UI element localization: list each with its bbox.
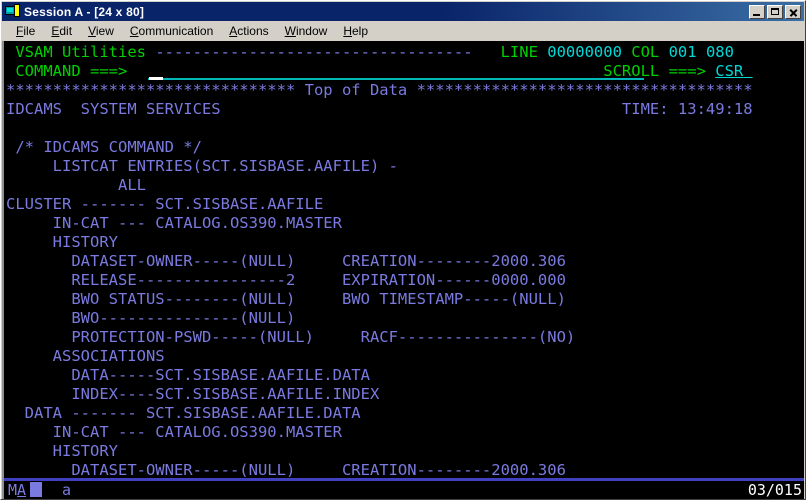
- listing-text: PROTECTION-PSWD-----(NULL) RACF---------…: [6, 328, 576, 346]
- emulator-window: Session A - [24 x 80] File Edit View Com…: [0, 0, 806, 500]
- oia-cursor-position: 03/015: [747, 481, 802, 499]
- menu-item-window[interactable]: Window: [277, 22, 336, 40]
- listing-text: DATA-----SCT.SISBASE.AAFILE.DATA: [6, 366, 370, 384]
- command-cursor: [149, 77, 163, 80]
- menu-bar: File Edit View Communication Actions Win…: [2, 21, 804, 41]
- menu-item-communication[interactable]: Communication: [122, 22, 221, 40]
- title-bar: Session A - [24 x 80]: [2, 2, 804, 21]
- time-display: TIME: 13:49:18: [621, 100, 753, 118]
- oia-cursor-block: [30, 482, 42, 497]
- menu-item-view[interactable]: View: [80, 22, 122, 40]
- oia-symbol: a: [62, 481, 72, 499]
- col-label: COL: [621, 43, 669, 61]
- menu-item-actions[interactable]: Actions: [221, 22, 276, 40]
- listing-row: IN-CAT --- CATALOG.OS390.MASTER: [6, 423, 342, 442]
- listing-text: BWO---------------(NULL): [6, 309, 296, 327]
- listing-row: RELEASE----------------2 EXPIRATION-----…: [6, 271, 566, 290]
- oia-machine-indicator: MA: [8, 481, 27, 499]
- maximize-button[interactable]: [767, 4, 783, 19]
- listing-text: ALL: [6, 176, 146, 194]
- top-of-data-row: ******************************* Top of D…: [6, 81, 753, 100]
- panel-title: VSAM Utilities: [6, 43, 156, 61]
- listing-text: DATA ------- SCT.SISBASE.AAFILE.DATA: [6, 404, 361, 422]
- listing-row: /* IDCAMS COMMAND */: [6, 138, 202, 157]
- listing-row: DATA ------- SCT.SISBASE.AAFILE.DATA: [6, 404, 361, 423]
- listing-row: PROTECTION-PSWD-----(NULL) RACF---------…: [6, 328, 575, 347]
- listing-row: DATA-----SCT.SISBASE.AAFILE.DATA: [6, 366, 370, 385]
- listing-text: RELEASE----------------2 EXPIRATION-----…: [6, 271, 566, 289]
- listing-row: DATASET-OWNER-----(NULL) CREATION-------…: [6, 252, 566, 271]
- menu-item-edit[interactable]: Edit: [43, 22, 80, 40]
- panel-header-row: VSAM Utilities -------------------------…: [6, 43, 734, 62]
- menu-item-file[interactable]: File: [8, 22, 43, 40]
- terminal-session-icon: [5, 4, 21, 19]
- col-end-value: 080: [705, 43, 734, 61]
- listing-row: ASSOCIATIONS: [6, 347, 165, 366]
- terminal-grid: VSAM Utilities -------------------------…: [4, 43, 804, 479]
- scroll-value: CSR: [715, 62, 744, 80]
- terminal-screen[interactable]: VSAM Utilities -------------------------…: [2, 41, 804, 499]
- close-button[interactable]: [785, 4, 801, 19]
- window-title: Session A - [24 x 80]: [24, 4, 145, 19]
- listing-text: INDEX----SCT.SISBASE.AAFILE.INDEX: [6, 385, 380, 403]
- listing-text: CLUSTER ------- SCT.SISBASE.AAFILE: [6, 195, 324, 213]
- listing-row: IN-CAT --- CATALOG.OS390.MASTER: [6, 214, 342, 233]
- listing-text: BWO STATUS--------(NULL) BWO TIMESTAMP--…: [6, 290, 566, 308]
- window-controls: [749, 4, 802, 19]
- listing-text: HISTORY: [6, 233, 118, 251]
- command-field-underline[interactable]: [148, 78, 644, 80]
- listing-text: ASSOCIATIONS: [6, 347, 165, 365]
- product-line-row: IDCAMS SYSTEM SERVICES TIME: 13:49:18: [6, 100, 753, 119]
- listing-row: LISTCAT ENTRIES(SCT.SISBASE.AAFILE) -: [6, 157, 398, 176]
- operator-information-area: MA a 03/015: [4, 481, 804, 499]
- command-label: COMMAND ===>: [6, 62, 128, 80]
- col-value: 001: [668, 43, 697, 61]
- listing-row: CLUSTER ------- SCT.SISBASE.AAFILE: [6, 195, 323, 214]
- line-label: LINE: [491, 43, 548, 61]
- listing-row: HISTORY: [6, 233, 118, 252]
- minimize-button[interactable]: [749, 4, 765, 19]
- listing-row: BWO---------------(NULL): [6, 309, 295, 328]
- listing-row: INDEX----SCT.SISBASE.AAFILE.INDEX: [6, 385, 379, 404]
- listing-row: ALL: [6, 176, 146, 195]
- listing-text: LISTCAT ENTRIES(SCT.SISBASE.AAFILE) -: [6, 157, 398, 175]
- listing-text: DATASET-OWNER-----(NULL) CREATION-------…: [6, 252, 566, 270]
- listing-row: HISTORY: [6, 442, 118, 461]
- top-of-data-text: ******************************* Top of D…: [6, 81, 753, 99]
- listing-text: IN-CAT --- CATALOG.OS390.MASTER: [6, 214, 342, 232]
- listing-text: IN-CAT --- CATALOG.OS390.MASTER: [6, 423, 342, 441]
- header-dashes: ----------------------------------: [155, 43, 473, 61]
- menu-item-help[interactable]: Help: [335, 22, 376, 40]
- listing-text: DATASET-OWNER-----(NULL) CREATION-------…: [6, 461, 566, 479]
- listing-row: BWO STATUS--------(NULL) BWO TIMESTAMP--…: [6, 290, 566, 309]
- listing-text: /* IDCAMS COMMAND */: [6, 138, 202, 156]
- line-value: 00000000: [547, 43, 622, 61]
- product-name: IDCAMS SYSTEM SERVICES: [6, 100, 221, 118]
- listing-text: HISTORY: [6, 442, 118, 460]
